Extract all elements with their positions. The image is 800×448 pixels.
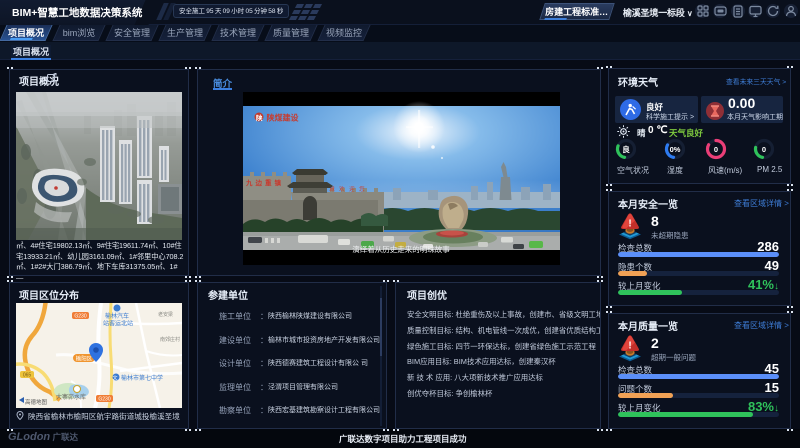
- svg-text:陕煤建设: 陕煤建设: [267, 113, 299, 123]
- svg-text:0: 0: [714, 145, 718, 154]
- svg-text:0%: 0%: [670, 145, 681, 154]
- svg-text:大寨峁水库: 大寨峁水库: [56, 393, 86, 401]
- svg-text:榆林汽车: 榆林汽车: [105, 312, 129, 320]
- svg-text:老安梁: 老安梁: [158, 311, 173, 318]
- svg-text:065: 065: [23, 373, 32, 379]
- svg-text:G230: G230: [74, 314, 86, 320]
- svg-text:!: !: [628, 219, 631, 230]
- svg-text:良: 良: [622, 144, 630, 154]
- svg-text:九边重镇: 九边重镇: [245, 178, 284, 187]
- svg-text:演绎着从历史走来的明珠故事: 演绎着从历史走来的明珠故事: [352, 244, 450, 254]
- svg-text:0: 0: [762, 145, 766, 154]
- svg-text:南郊庄村: 南郊庄村: [160, 336, 180, 343]
- svg-text:榆阳区: 榆阳区: [76, 355, 93, 363]
- svg-text:!: !: [628, 341, 631, 352]
- svg-text:陕: 陕: [256, 113, 263, 122]
- svg-text:榆林市第七中学: 榆林市第七中学: [121, 374, 163, 382]
- svg-text:站客运北站: 站客运北站: [103, 320, 133, 328]
- svg-text:G230: G230: [98, 397, 110, 403]
- svg-text:高德地图: 高德地图: [25, 398, 48, 406]
- svg-text:文: 文: [113, 375, 118, 382]
